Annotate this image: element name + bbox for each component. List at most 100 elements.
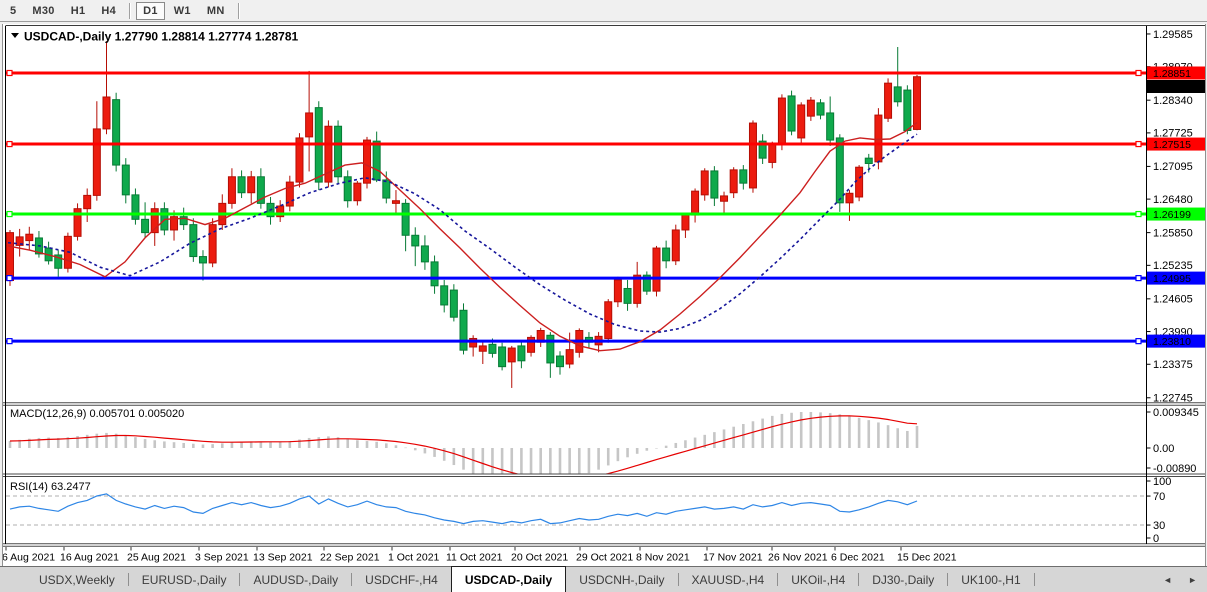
macd-histogram-bar: [394, 445, 398, 448]
macd-histogram-bar: [346, 438, 350, 448]
timeframe-button-d1[interactable]: D1: [136, 1, 165, 20]
tab-dj30daily[interactable]: DJ30-,Daily: [859, 567, 947, 592]
timeframe-button-h1[interactable]: H1: [64, 2, 93, 20]
candle-body: [604, 301, 613, 339]
candle-body: [720, 195, 729, 202]
macd-histogram-bar: [452, 448, 456, 466]
macd-histogram-bar: [356, 440, 359, 448]
candle-body: [671, 229, 680, 262]
hline-handle[interactable]: [6, 210, 13, 218]
macd-histogram-bar: [240, 441, 243, 448]
macd-histogram-bar: [404, 447, 407, 449]
candle-body: [546, 334, 555, 364]
tab-audusddaily[interactable]: AUDUSD-,Daily: [240, 567, 351, 592]
hline-handle[interactable]: [6, 338, 13, 345]
macd-histogram-bar: [481, 448, 485, 474]
time-axis[interactable]: [6, 546, 1146, 565]
toolbar-separator: [237, 2, 239, 19]
hline-handle[interactable]: [1135, 210, 1142, 218]
tab-scroll-left-icon[interactable]: ◄: [1163, 575, 1172, 585]
candle-body: [305, 112, 314, 138]
hline-handle[interactable]: [1135, 140, 1142, 148]
candle-body: [662, 247, 671, 262]
candle-body: [903, 89, 912, 131]
candle-body: [227, 176, 236, 204]
macd-histogram-bar: [713, 432, 716, 448]
candle-body: [478, 345, 487, 352]
timeframe-button-mn[interactable]: MN: [200, 2, 232, 20]
candle-body: [613, 279, 622, 303]
candle-body: [855, 166, 864, 198]
macd-histogram-bar: [317, 437, 321, 448]
macd-histogram-bar: [809, 411, 813, 448]
candle-body: [372, 140, 381, 181]
chart-title: USDCAD-,Daily 1.27790 1.28814 1.27774 1.…: [24, 30, 299, 44]
tab-usdcaddaily[interactable]: USDCAD-,Daily: [450, 566, 567, 592]
macd-histogram-bar: [375, 441, 378, 448]
macd-histogram-bar: [192, 443, 195, 448]
candle-body: [440, 285, 449, 306]
hline-handle[interactable]: [6, 140, 13, 148]
tab-uk100h1[interactable]: UK100-,H1: [948, 567, 1033, 592]
macd-histogram-bar: [877, 422, 880, 448]
macd-histogram-bar: [577, 448, 581, 474]
tab-ukoilh4[interactable]: UKOil-,H4: [778, 567, 858, 592]
candle-body: [141, 218, 150, 234]
candle-body: [92, 128, 101, 196]
macd-histogram-bar: [838, 414, 842, 448]
macd-histogram-bar: [433, 448, 436, 457]
macd-histogram-bar: [153, 440, 157, 448]
candle-body: [363, 139, 372, 184]
hline-handle[interactable]: [1135, 69, 1142, 77]
macd-histogram-bar: [134, 437, 137, 448]
candle-body: [845, 192, 854, 204]
timeframe-button-w1[interactable]: W1: [167, 2, 198, 20]
candle-body: [449, 289, 458, 318]
tab-eurusddaily[interactable]: EURUSD-,Daily: [129, 567, 240, 592]
hline-handle[interactable]: [1135, 275, 1142, 282]
candle-body: [121, 164, 130, 196]
candle-body: [787, 95, 796, 132]
candle-body: [83, 194, 92, 210]
candle-body: [507, 347, 516, 363]
candle-body: [652, 247, 661, 292]
macd-histogram-bar: [365, 441, 369, 448]
candle-body: [884, 82, 893, 119]
macd-histogram-bar: [182, 442, 185, 448]
macd-histogram-bar: [674, 442, 678, 448]
timeframe-button-m30[interactable]: M30: [25, 2, 61, 20]
macd-histogram-bar: [278, 441, 282, 448]
timeframe-button-h4[interactable]: H4: [94, 2, 123, 20]
macd-histogram-bar: [269, 441, 272, 448]
candle-body: [864, 157, 873, 164]
candle-body: [797, 104, 806, 139]
hline-handle[interactable]: [1135, 338, 1142, 345]
chart-canvas[interactable]: 1.295851.289701.283401.277251.270951.264…: [0, 22, 1207, 566]
hline-handle[interactable]: [6, 275, 13, 282]
macd-histogram-bar: [606, 448, 610, 466]
candle-body: [430, 261, 439, 287]
macd-histogram-bar: [143, 439, 147, 448]
price-axis[interactable]: [1147, 26, 1205, 544]
tab-usdchfh4[interactable]: USDCHF-,H4: [352, 567, 451, 592]
macd-histogram-bar: [172, 442, 176, 448]
candle-body: [565, 349, 574, 365]
tab-separator: [1033, 573, 1035, 586]
candle-body: [198, 256, 207, 264]
tab-usdxweekly[interactable]: USDX,Weekly: [26, 567, 128, 592]
candle-body: [498, 346, 507, 368]
candle-body: [382, 179, 391, 199]
tab-usdcnhdaily[interactable]: USDCNH-,Daily: [566, 567, 677, 592]
macd-histogram-bar: [230, 442, 234, 448]
hline-handle[interactable]: [6, 69, 13, 77]
candle-body: [816, 102, 825, 116]
macd-histogram-bar: [211, 444, 214, 448]
macd-histogram-bar: [664, 445, 668, 448]
tab-scroll-right-icon[interactable]: ►: [1188, 575, 1197, 585]
candle-body: [768, 143, 777, 163]
tab-xauusdh4[interactable]: XAUUSD-,H4: [679, 567, 778, 592]
candle-body: [893, 86, 902, 103]
candle-body: [835, 137, 844, 204]
timeframe-button-5[interactable]: 5: [3, 2, 23, 20]
macd-histogram-bar: [645, 448, 649, 451]
